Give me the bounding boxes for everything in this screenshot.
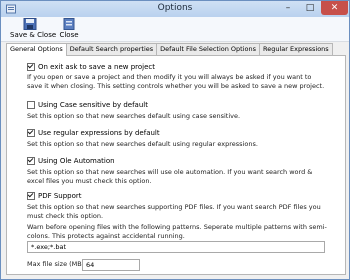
- maximize-button[interactable]: □: [299, 1, 321, 15]
- tab-default-search-properties[interactable]: Default Search properties: [65, 43, 158, 55]
- minimize-icon: –: [285, 3, 291, 13]
- option-label: Using Case sensitive by default: [38, 101, 148, 109]
- save-close-button[interactable]: Save & Close: [10, 18, 57, 39]
- option-ask-save-new-project[interactable]: On exit ask to save a new project: [27, 63, 155, 71]
- option-ole-automation[interactable]: Using Ole Automation: [27, 157, 115, 165]
- checkbox-ask-save-new-project[interactable]: [27, 63, 35, 71]
- option-description: Set this option so that new searches wil…: [27, 168, 313, 185]
- checkbox-pdf-support[interactable]: [27, 192, 35, 200]
- checkbox-regular-expressions[interactable]: [27, 129, 35, 137]
- option-description: Set this option so that new searches def…: [27, 112, 241, 120]
- patterns-input[interactable]: *.exe;*.bat: [27, 241, 325, 253]
- option-case-sensitive[interactable]: Using Case sensitive by default: [27, 101, 148, 109]
- maximize-icon: □: [305, 3, 315, 13]
- max-file-size-input[interactable]: 64: [82, 259, 140, 271]
- close-button[interactable]: Close: [55, 18, 83, 39]
- max-file-size-label: Max file size (MB): [27, 260, 85, 268]
- options-window: Options – □ ✕ Save & Close Close General…: [0, 0, 350, 280]
- general-options-panel: On exit ask to save a new project If you…: [6, 55, 346, 275]
- minimize-button[interactable]: –: [277, 1, 299, 15]
- save-close-label: Save & Close: [10, 31, 57, 39]
- option-label: PDF Support: [38, 192, 82, 200]
- tab-general-options[interactable]: General Options: [6, 43, 67, 56]
- tab-regular-expressions[interactable]: Regular Expressions: [259, 43, 333, 55]
- close-window-button[interactable]: ✕: [321, 1, 348, 15]
- option-pdf-support[interactable]: PDF Support: [27, 192, 82, 200]
- option-description: Set this option so that new searches sup…: [27, 203, 321, 220]
- option-label: On exit ask to save a new project: [38, 63, 155, 71]
- option-regular-expressions[interactable]: Use regular expressions by default: [27, 129, 160, 137]
- close-icon: ✕: [330, 3, 339, 13]
- checkbox-case-sensitive[interactable]: [27, 101, 35, 109]
- option-description: If you open or save a project and then m…: [27, 73, 325, 90]
- tab-default-file-selection-options[interactable]: Default File Selection Options: [156, 43, 261, 55]
- option-description: Set this option so that new searches def…: [27, 140, 258, 148]
- close-label: Close: [59, 31, 79, 39]
- tab-strip: General Options Default Search propertie…: [6, 43, 333, 56]
- option-label: Use regular expressions by default: [38, 129, 160, 137]
- save-icon: [23, 18, 37, 30]
- checkbox-ole-automation[interactable]: [27, 157, 35, 165]
- warning-text: Warn before opening files with the follo…: [27, 223, 327, 240]
- close-doc-icon: [63, 18, 75, 30]
- title-bar: Options – □ ✕: [1, 1, 349, 17]
- option-label: Using Ole Automation: [38, 157, 115, 165]
- toolbar: Save & Close Close: [1, 17, 349, 42]
